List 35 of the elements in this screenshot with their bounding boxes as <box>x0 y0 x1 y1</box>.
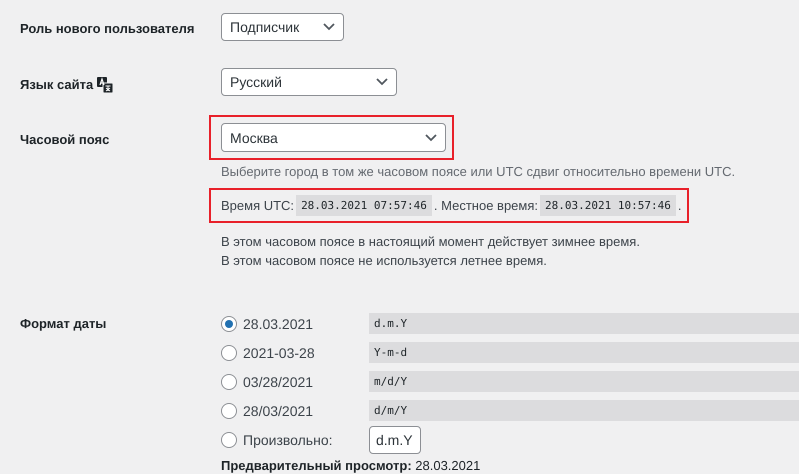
radio-button[interactable] <box>221 432 237 448</box>
role-select[interactable]: Подписчик <box>221 13 344 41</box>
radio-button[interactable] <box>221 316 237 332</box>
period-text: . <box>678 198 682 213</box>
translate-icon <box>97 77 114 93</box>
option-label[interactable]: 28.03.2021 <box>243 316 369 332</box>
time-value: 28.03.2021 10:57:46 <box>540 195 676 216</box>
time-value: 28.03.2021 07:57:46 <box>296 195 432 216</box>
note-text: В этом часовом поясе не используется летнее время. <box>221 254 548 267</box>
format-input[interactable]: d.m.Y <box>369 426 421 454</box>
time-label: . Местное время: <box>434 198 538 213</box>
field-label: Язык сайта <box>20 77 94 92</box>
field-label: Формат даты <box>20 316 106 331</box>
format-code: Y-m-d <box>369 342 799 363</box>
timezone-select[interactable]: Москва <box>221 123 446 152</box>
option-label[interactable]: 2021-03-28 <box>243 344 369 360</box>
field-label: Часовой пояс <box>20 132 110 147</box>
language-select[interactable]: Русский <box>221 68 397 96</box>
time-label: Время UTC: <box>221 198 294 213</box>
format-code: m/d/Y <box>369 371 799 392</box>
chevron-down-icon <box>376 78 388 86</box>
option-label[interactable]: 28/03/2021 <box>243 402 369 418</box>
radio-button[interactable] <box>221 344 237 360</box>
field-label: Роль нового пользователя <box>20 21 194 36</box>
option-label[interactable]: Произвольно: <box>243 432 369 448</box>
radio-button[interactable] <box>221 374 237 390</box>
format-code: d/m/Y <box>369 400 799 421</box>
radio-button[interactable] <box>221 402 237 418</box>
preview-text: Предварительный просмотр: 28.03.2021 <box>221 458 482 473</box>
option-label[interactable]: 03/28/2021 <box>243 374 369 390</box>
format-code: d.m.Y <box>369 313 799 334</box>
chevron-down-icon <box>323 23 335 31</box>
note-text: В этом часовом поясе в настоящий момент действует зимнее время. <box>221 235 641 248</box>
chevron-down-icon <box>425 134 437 142</box>
help-text: Выберите город в том же часовом поясе или UTC сдвиг относительно времени UTC. <box>221 164 736 179</box>
